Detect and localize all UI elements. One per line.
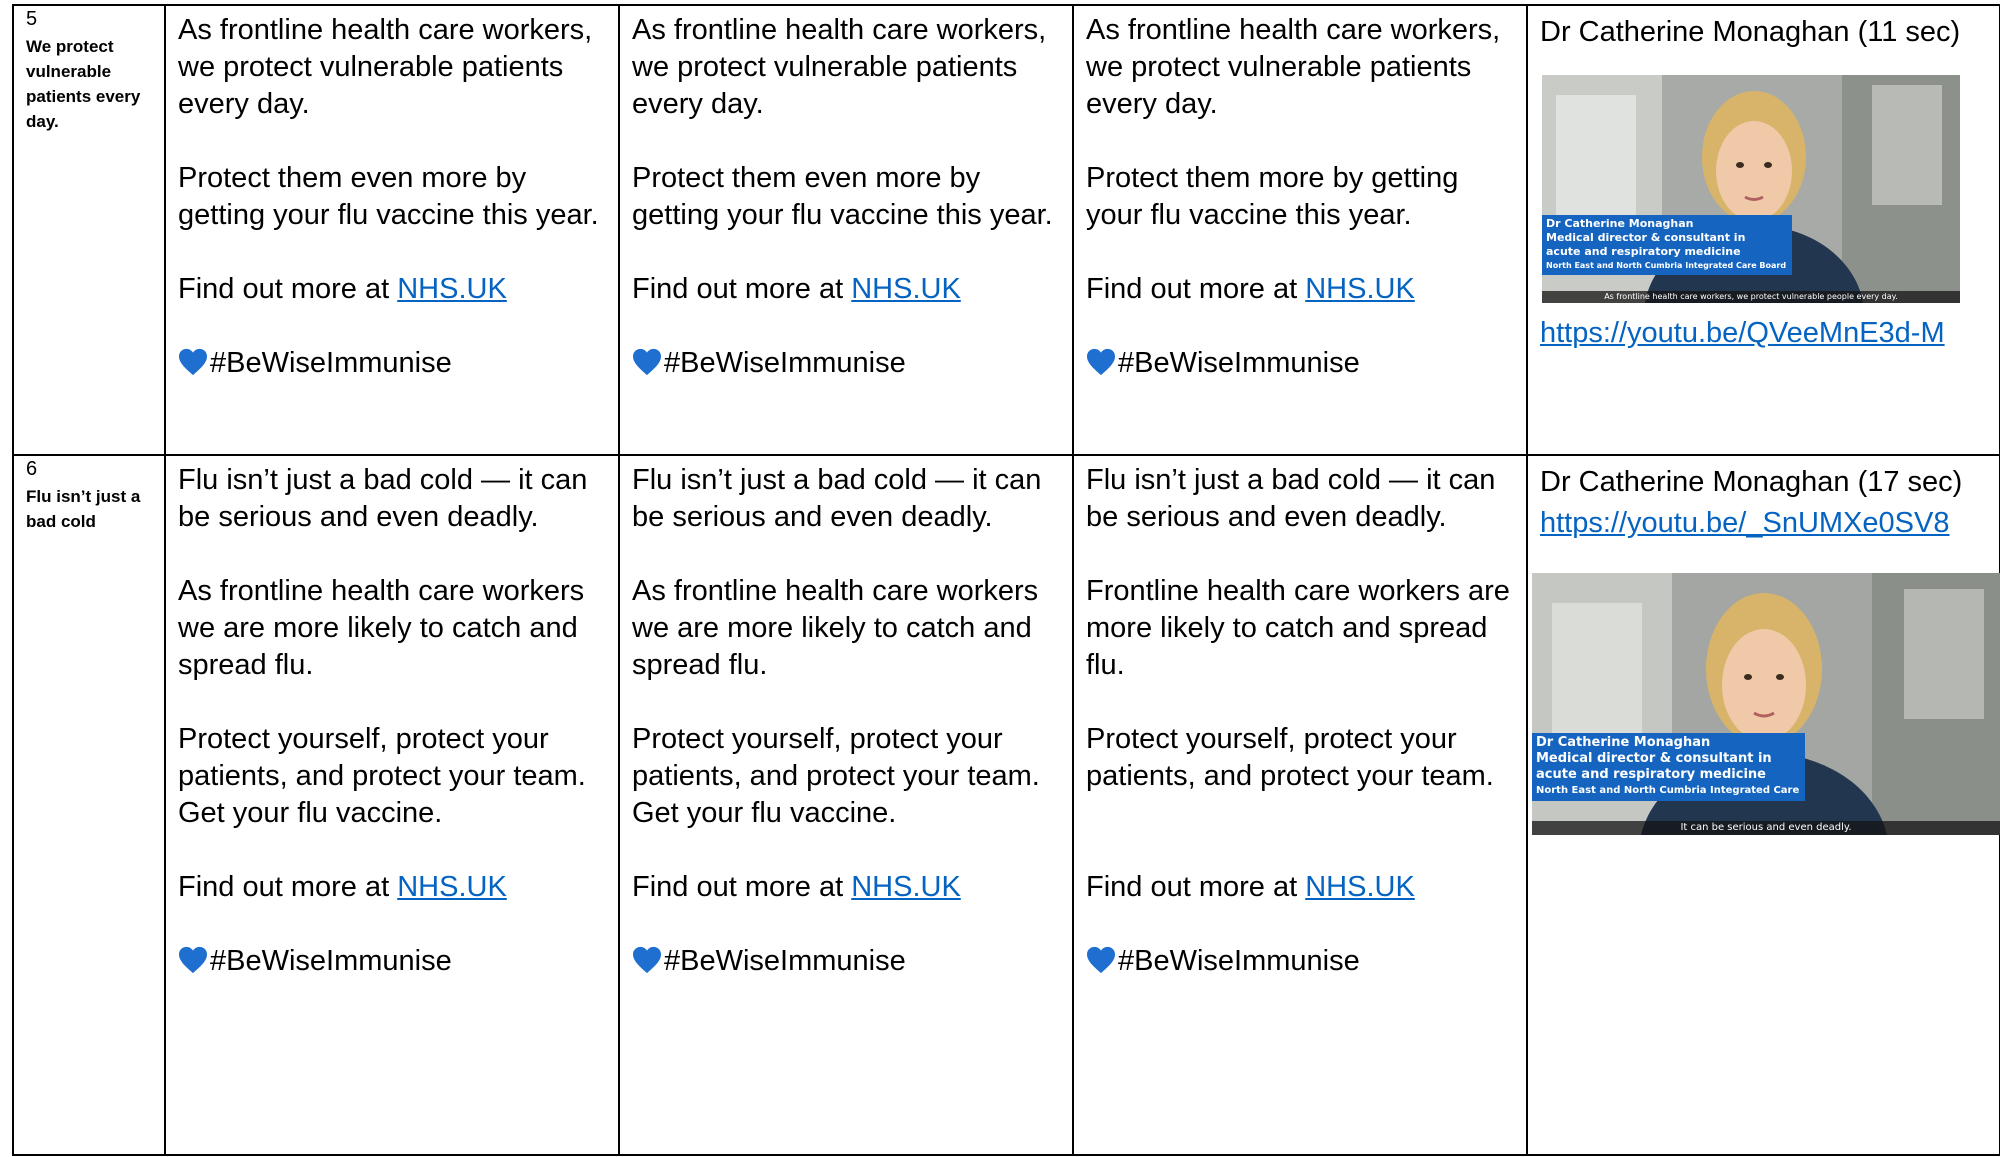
hashtag-line: #BeWiseImmunise [1086,943,1526,980]
speaker-role-2: acute and respiratory medicine [1536,767,1766,782]
nhs-link[interactable]: NHS.UK [851,871,961,903]
post-paragraph: Flu isn’t just a bad cold — it can be se… [178,464,588,533]
hashtag: #BeWiseImmunise [210,945,452,977]
nhs-link[interactable]: NHS.UK [1305,273,1415,305]
nhs-link[interactable]: NHS.UK [851,273,961,305]
find-prefix: Find out more at [632,273,852,305]
find-prefix: Find out more at [1086,273,1306,305]
hashtag: #BeWiseImmunise [1118,347,1360,379]
post-paragraph: As frontline health care workers we are … [632,575,1039,681]
hashtag-line: #BeWiseImmunise [178,345,618,382]
post-paragraph: As frontline health care workers we are … [178,575,585,681]
find-prefix: Find out more at [632,871,852,903]
name-lower-third: Dr Catherine Monaghan Medical director &… [1532,733,1806,801]
hashtag: #BeWiseImmunise [1118,945,1360,977]
hashtag: #BeWiseImmunise [210,347,452,379]
post-paragraph: As frontline health care workers, we pro… [632,14,1047,120]
post-paragraph: As frontline health care workers, we pro… [1086,14,1501,120]
post-text-cell: Flu isn’t just a bad cold — it can be se… [1072,454,1528,1156]
hashtag-line: #BeWiseImmunise [178,943,618,980]
speaker-name: Dr Catherine Monaghan [1536,735,1711,750]
video-thumbnail[interactable]: Dr Catherine Monaghan Medical director &… [1542,75,1960,303]
youtube-link[interactable]: https://youtu.be/QVeeMnE3d-M [1540,313,1999,353]
video-subtitle: It can be serious and even deadly. [1532,821,2000,835]
hashtag: #BeWiseImmunise [664,945,906,977]
find-prefix: Find out more at [1086,871,1306,903]
speaker-org: North East and North Cumbria Integrated … [1536,785,1800,796]
post-paragraph: Get your flu vaccine. [178,797,443,829]
row-topic: We protect vulnerable patients every day… [26,37,141,131]
find-out-more: Find out more at NHS.UK [632,271,1072,308]
post-paragraph: Flu isn’t just a bad cold — it can be se… [1086,464,1496,533]
post-paragraph: Frontline health care workers are more l… [1086,575,1510,681]
hashtag-line: #BeWiseImmunise [632,345,1072,382]
find-out-more: Find out more at NHS.UK [178,271,618,308]
post-paragraph: Protect yourself, protect your patients,… [632,723,1040,792]
row-number: 6 [26,458,38,480]
speaker-role: Medical director & consultant in [1546,231,1746,244]
post-text-cell: As frontline health care workers, we pro… [1072,4,1528,456]
table-row: 6 Flu isn’t just a bad cold Flu isn’t ju… [12,454,2000,1156]
row-number: 5 [26,8,38,30]
hashtag-line: #BeWiseImmunise [1086,345,1526,382]
video-thumbnail[interactable]: Dr Catherine Monaghan Medical director &… [1532,573,2000,835]
hashtag: #BeWiseImmunise [664,347,906,379]
post-paragraph: As frontline health care workers, we pro… [178,14,593,120]
hashtag-line: #BeWiseImmunise [632,943,1072,980]
post-paragraph: Get your flu vaccine. [632,797,897,829]
blue-heart-icon [179,946,207,974]
media-cell: Dr Catherine Monaghan (11 sec) Dr Cather… [1526,4,2000,456]
blue-heart-icon [633,946,661,974]
post-paragraph: Protect yourself, protect your patients,… [178,723,586,792]
find-out-more: Find out more at NHS.UK [178,869,618,906]
post-text-cell: Flu isn’t just a bad cold — it can be se… [618,454,1074,1156]
blue-heart-icon [1087,348,1115,376]
youtube-link[interactable]: https://youtu.be/_SnUMXe0SV8 [1532,503,1999,543]
post-paragraph: Protect them even more by getting your f… [632,162,1053,231]
post-paragraph: Protect them even more by getting your f… [178,162,599,231]
post-paragraph: Protect them more by getting your flu va… [1086,162,1459,231]
topic-cell: 5 We protect vulnerable patients every d… [12,4,166,456]
speaker-role-2: acute and respiratory medicine [1546,245,1741,258]
post-paragraph: Flu isn’t just a bad cold — it can be se… [632,464,1042,533]
find-out-more: Find out more at NHS.UK [1086,271,1526,308]
row-topic: Flu isn’t just a bad cold [26,487,141,531]
nhs-link[interactable]: NHS.UK [397,273,507,305]
speaker-name: Dr Catherine Monaghan [1546,217,1694,230]
find-prefix: Find out more at [178,273,398,305]
speaker-role: Medical director & consultant in [1536,751,1772,766]
blue-heart-icon [633,348,661,376]
content-table: 5 We protect vulnerable patients every d… [12,4,2000,1156]
media-cell: Dr Catherine Monaghan (17 sec) https://y… [1526,454,2000,1156]
blue-heart-icon [1087,946,1115,974]
find-out-more: Find out more at NHS.UK [1086,869,1526,906]
topic-cell: 6 Flu isn’t just a bad cold [12,454,166,1156]
post-text-cell: Flu isn’t just a bad cold — it can be se… [164,454,620,1156]
nhs-link[interactable]: NHS.UK [1305,871,1415,903]
post-text-cell: As frontline health care workers, we pro… [164,4,620,456]
find-out-more: Find out more at NHS.UK [632,869,1072,906]
find-prefix: Find out more at [178,871,398,903]
video-subtitle: As frontline health care workers, we pro… [1542,291,1960,303]
post-paragraph: Protect yourself, protect your patients,… [1086,723,1494,792]
video-caption: Dr Catherine Monaghan (11 sec) [1540,16,1961,48]
post-text-cell: As frontline health care workers, we pro… [618,4,1074,456]
table-row: 5 We protect vulnerable patients every d… [12,4,2000,456]
name-lower-third: Dr Catherine Monaghan Medical director &… [1542,215,1793,275]
video-caption: Dr Catherine Monaghan (17 sec) [1540,466,1963,498]
blue-heart-icon [179,348,207,376]
speaker-org: North East and North Cumbria Integrated … [1546,261,1787,270]
nhs-link[interactable]: NHS.UK [397,871,507,903]
